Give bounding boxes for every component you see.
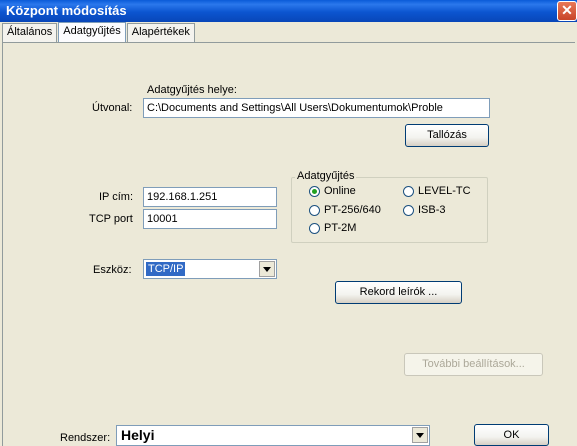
radio-pt-2m-indicator[interactable] [309,222,320,234]
radio-online-indicator[interactable] [309,185,320,197]
radio-isb-3[interactable]: ISB-3 [403,204,446,216]
chevron-down-icon[interactable] [259,261,275,277]
radio-level-tc-indicator[interactable] [403,185,414,197]
close-icon[interactable]: ✕ [557,1,577,21]
radio-pt-2m[interactable]: PT-2M [309,222,356,234]
radio-online-label: Online [324,185,356,197]
chevron-down-icon[interactable] [412,427,428,443]
tcp-port-label: TCP port [89,213,133,225]
radio-online[interactable]: Online [309,185,356,197]
window-title: Központ módosítás [6,3,127,18]
ip-label: IP cím: [99,191,134,203]
ip-input[interactable]: 192.168.1.251 [143,187,277,207]
ok-button[interactable]: OK [474,424,549,446]
radio-isb-3-label: ISB-3 [418,204,446,216]
tab-strip: Általános Adatgyűjtés Alapértékek [2,22,196,43]
tcp-port-input[interactable]: 10001 [143,209,277,229]
system-select[interactable]: Helyi [116,425,430,446]
tab-general[interactable]: Általános [2,23,58,42]
device-select-value: TCP/IP [146,262,186,276]
system-label: Rendszer: [60,432,111,444]
radio-pt-256-indicator[interactable] [309,204,320,216]
tab-data-collection[interactable]: Adatgyűjtés [58,22,126,43]
device-select[interactable]: TCP/IP [143,259,277,279]
radio-level-tc-label: LEVEL-TC [418,185,471,197]
system-select-value: Helyi [121,427,155,443]
device-label: Eszköz: [93,264,132,276]
tab-defaults[interactable]: Alapértékek [126,23,195,42]
title-bar: Központ módosítás ✕ [0,0,577,22]
path-label: Útvonal: [92,102,133,114]
radio-pt-2m-label: PT-2M [324,222,357,234]
radio-isb-3-indicator[interactable] [403,204,414,216]
path-section-header: Adatgyűjtés helye: [147,84,237,96]
radio-pt-256-label: PT-256/640 [324,204,381,216]
radio-level-tc[interactable]: LEVEL-TC [403,185,471,197]
record-descriptors-button[interactable]: Rekord leírók ... [335,281,462,304]
path-input[interactable]: C:\Documents and Settings\All Users\Doku… [143,98,490,118]
browse-button[interactable]: Tallózás [405,124,489,147]
collection-group-title: Adatgyűjtés [295,170,357,182]
more-settings-button: További beállítások... [404,353,543,376]
radio-pt-256[interactable]: PT-256/640 [309,204,381,216]
